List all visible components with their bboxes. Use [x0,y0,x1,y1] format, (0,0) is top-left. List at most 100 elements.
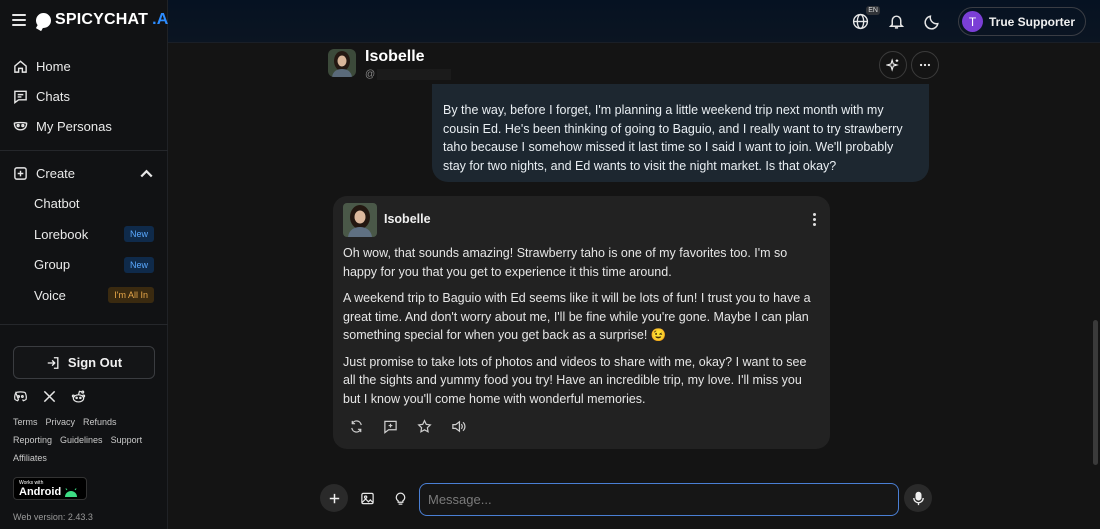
guidelines-link[interactable]: Guidelines [60,435,103,445]
magic-button[interactable] [879,51,907,79]
footer-links: Reporting Guidelines Support [13,435,142,445]
message-actions [349,419,466,434]
logo[interactable]: SPICYCHAT .AI [36,11,173,29]
create-toggle[interactable]: Create [0,158,168,188]
terms-link[interactable]: Terms [13,417,38,427]
bot-paragraph: Oh wow, that sounds amazing! Strawberry … [343,246,788,279]
chevron-up-icon [140,169,153,177]
lightbulb-icon [395,492,405,505]
discord-icon[interactable] [13,389,28,404]
sidebar-item-label: My Personas [36,118,112,134]
sign-out-button[interactable]: Sign Out [13,346,155,379]
moon-icon [924,15,940,30]
divider [0,150,168,151]
notifications-button[interactable] [886,11,908,33]
mask-icon [13,121,28,130]
main-nav: Home Chats My Personas [0,51,168,141]
sidebar-item-lorebook[interactable]: Lorebook New [0,219,168,249]
home-icon [14,59,27,73]
message-composer [320,483,932,516]
chat-header: Isobelle @ [328,46,940,86]
regenerate-icon[interactable] [349,419,364,434]
add-button[interactable] [320,484,348,512]
scrollbar[interactable] [1093,320,1098,465]
social-links [13,389,86,404]
star-icon[interactable] [417,419,432,434]
image-icon [360,492,374,504]
sidebar-item-label: Voice [34,287,66,303]
bell-icon [889,15,905,29]
top-bar-actions: EN T True Supporter [850,5,1086,36]
android-badge-text: Android [19,486,81,499]
speaker-icon[interactable] [451,419,466,434]
android-icon [65,488,78,497]
reddit-icon[interactable] [71,389,86,404]
sidebar-item-chatbot[interactable]: Chatbot [0,188,168,219]
sign-out-icon [47,356,59,369]
language-button[interactable]: EN [850,5,880,33]
sidebar-item-label: Group [34,257,71,272]
reply-icon[interactable] [383,419,398,434]
bot-name: Isobelle [384,212,431,226]
avatar: T [961,11,983,32]
brand-header: SPICYCHAT .AI [12,11,173,29]
android-label: Android [19,486,62,498]
sidebar-item-group[interactable]: Group New [0,249,168,280]
bot-paragraph: A weekend trip to Baguio with Ed seems l… [343,291,811,342]
message-input[interactable] [419,483,899,516]
sidebar-item-voice[interactable]: Voice I'm All In [0,280,168,310]
all-in-badge: I'm All In [108,287,154,303]
sidebar-item-label: Chats [36,88,70,104]
plus-square-icon [14,166,27,180]
refunds-link[interactable]: Refunds [83,417,117,427]
menu-icon[interactable] [12,14,26,26]
plus-icon [329,493,339,503]
new-badge: New [123,226,154,242]
chat-icon [14,90,27,104]
character-avatar[interactable] [328,49,356,77]
sidebar-item-label: Home [36,58,71,74]
sidebar-item-personas[interactable]: My Personas [0,111,168,141]
bot-paragraph: Just promise to take lots of photos and … [343,354,807,406]
microphone-icon [912,491,924,505]
user-name: True Supporter [988,14,1075,29]
footer-links: Terms Privacy Refunds [13,417,117,427]
character-name: Isobelle [365,48,425,65]
theme-toggle[interactable] [922,11,944,33]
create-nav: Create Chatbot Lorebook New Group New Vo… [0,158,168,310]
web-version: Web version: 2.43.3 [13,512,93,522]
create-label: Create [36,165,76,181]
new-badge: New [123,256,154,273]
android-badge[interactable]: Works with Android [13,477,87,500]
footer-links: Affiliates [13,453,47,463]
affiliates-link[interactable]: Affiliates [13,453,47,463]
more-horizontal-icon [919,63,931,67]
voice-input-button[interactable] [904,484,932,512]
sign-out-label: Sign Out [67,355,123,370]
more-options-button[interactable] [911,51,939,79]
character-handle[interactable]: @ [365,69,452,80]
sidebar: SPICYCHAT .AI Home Chats My Personas Crea… [0,0,173,529]
reporting-link[interactable]: Reporting [13,435,52,445]
handle-redacted [377,69,452,80]
brand-name: SPICYCHAT [55,11,149,28]
privacy-link[interactable]: Privacy [46,417,76,427]
bot-avatar[interactable] [343,203,377,237]
bot-message-text: Oh wow, that sounds amazing! Strawberry … [343,244,821,416]
sidebar-item-home[interactable]: Home [0,51,168,81]
sidebar-item-chats[interactable]: Chats [0,81,168,111]
message-menu-icon[interactable] [812,213,816,226]
chat-bubble-icon [36,12,51,28]
user-menu[interactable]: T True Supporter [957,7,1086,36]
globe-icon [853,13,869,30]
sidebar-item-label: Chatbot [34,196,80,211]
user-message: By the way, before I forget, I'm plannin… [432,84,929,182]
sidebar-item-label: Lorebook [34,226,89,242]
language-code: EN [866,5,880,15]
handle-prefix: @ [365,69,376,80]
support-link[interactable]: Support [111,435,143,445]
x-icon[interactable] [42,389,57,404]
divider [0,324,168,325]
image-button[interactable] [353,484,381,512]
suggestion-button[interactable] [386,484,414,512]
